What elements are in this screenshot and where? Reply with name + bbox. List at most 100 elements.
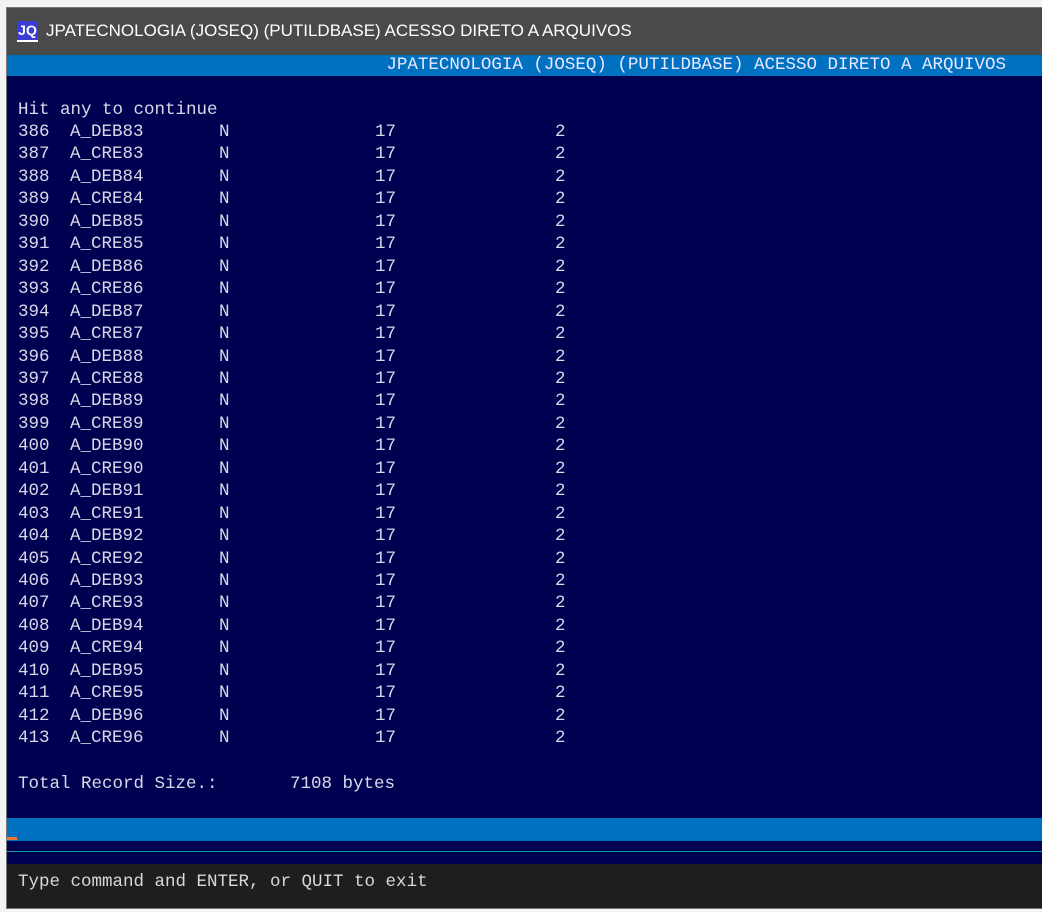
field-len: 17 [375, 211, 397, 232]
field-type: N [219, 436, 230, 457]
field-n: 413 [18, 728, 50, 749]
field-len: 17 [375, 256, 397, 277]
input-bar[interactable] [7, 818, 1042, 841]
field-name: A_CRE92 [70, 548, 144, 569]
field-len: 17 [375, 728, 397, 749]
field-n: 408 [18, 615, 50, 636]
field-dec: 2 [555, 481, 566, 502]
field-len: 17 [375, 144, 397, 165]
field-row: 389 A_CRE84 N 17 2 [18, 189, 618, 211]
field-n: 394 [18, 301, 50, 322]
field-name: A_CRE96 [70, 728, 144, 749]
field-n: 410 [18, 660, 50, 681]
field-len: 17 [375, 346, 397, 367]
field-dec: 2 [555, 301, 566, 322]
field-dec: 2 [555, 166, 566, 187]
field-row: 410 A_DEB95 N 17 2 [18, 661, 618, 683]
field-row: 388 A_DEB84 N 17 2 [18, 167, 618, 189]
field-name: A_DEB94 [70, 615, 144, 636]
field-dec: 2 [555, 503, 566, 524]
title-bar[interactable]: JQ JPATECNOLOGIA (JOSEQ) (PUTILDBASE) AC… [7, 8, 1042, 55]
field-name: A_DEB87 [70, 301, 144, 322]
field-type: N [219, 615, 230, 636]
field-len: 17 [375, 234, 397, 255]
field-row: 405 A_CRE92 N 17 2 [18, 549, 618, 571]
field-n: 389 [18, 189, 50, 210]
field-row: 404 A_DEB92 N 17 2 [18, 526, 618, 548]
field-type: N [219, 256, 230, 277]
app-logo-icon: JQ [17, 21, 38, 42]
field-n: 397 [18, 368, 50, 389]
field-name: A_DEB96 [70, 705, 144, 726]
field-row: 398 A_DEB89 N 17 2 [18, 391, 618, 413]
field-type: N [219, 211, 230, 232]
field-row: 397 A_CRE88 N 17 2 [18, 369, 618, 391]
field-name: A_CRE83 [70, 144, 144, 165]
field-dec: 2 [555, 571, 566, 591]
field-len: 17 [375, 301, 397, 322]
field-name: A_DEB92 [70, 526, 144, 547]
field-name: A_DEB88 [70, 346, 144, 367]
command-hint: Type command and ENTER, or QUIT to exit [18, 872, 428, 892]
field-len: 17 [375, 436, 397, 457]
field-dec: 2 [555, 436, 566, 457]
field-len: 17 [375, 683, 397, 704]
field-name: A_DEB83 [70, 122, 144, 142]
field-len: 17 [375, 571, 397, 591]
field-row: 399 A_CRE89 N 17 2 [18, 414, 618, 436]
field-dec: 2 [555, 413, 566, 434]
field-n: 400 [18, 436, 50, 457]
field-dec: 2 [555, 728, 566, 749]
field-n: 403 [18, 503, 50, 524]
field-row: 407 A_CRE93 N 17 2 [18, 593, 618, 615]
field-dec: 2 [555, 189, 566, 210]
field-type: N [219, 324, 230, 345]
total-record-size-label: Total Record Size.: [18, 774, 218, 794]
field-len: 17 [375, 391, 397, 412]
field-row: 392 A_DEB86 N 17 2 [18, 257, 618, 279]
field-name: A_CRE85 [70, 234, 144, 255]
field-row: 401 A_CRE90 N 17 2 [18, 459, 618, 481]
field-type: N [219, 660, 230, 681]
field-name: A_DEB95 [70, 660, 144, 681]
field-dec: 2 [555, 346, 566, 367]
field-type: N [219, 391, 230, 412]
field-dec: 2 [555, 705, 566, 726]
field-name: A_DEB89 [70, 391, 144, 412]
field-row: 387 A_CRE83 N 17 2 [18, 144, 618, 166]
field-row: 394 A_DEB87 N 17 2 [18, 302, 618, 324]
field-row: 408 A_DEB94 N 17 2 [18, 616, 618, 638]
field-n: 399 [18, 413, 50, 434]
field-dec: 2 [555, 324, 566, 345]
field-row: 393 A_CRE86 N 17 2 [18, 279, 618, 301]
field-type: N [219, 458, 230, 479]
field-n: 409 [18, 638, 50, 659]
field-row: 412 A_DEB96 N 17 2 [18, 706, 618, 728]
field-n: 407 [18, 593, 50, 614]
field-type: N [219, 571, 230, 591]
field-dec: 2 [555, 256, 566, 277]
field-row: 402 A_DEB91 N 17 2 [18, 481, 618, 503]
screen-header: JPATECNOLOGIA (JOSEQ) (PUTILDBASE) ACESS… [7, 55, 1042, 76]
field-n: 387 [18, 144, 50, 165]
field-n: 391 [18, 234, 50, 255]
field-name: A_CRE89 [70, 413, 144, 434]
field-len: 17 [375, 548, 397, 569]
field-len: 17 [375, 638, 397, 659]
field-name: A_CRE93 [70, 593, 144, 614]
field-type: N [219, 279, 230, 300]
field-n: 404 [18, 526, 50, 547]
field-len: 17 [375, 413, 397, 434]
command-line[interactable]: Type command and ENTER, or QUIT to exit [7, 864, 1042, 908]
field-type: N [219, 548, 230, 569]
field-row: 411 A_CRE95 N 17 2 [18, 683, 618, 705]
field-len: 17 [375, 593, 397, 614]
terminal-window: JQ JPATECNOLOGIA (JOSEQ) (PUTILDBASE) AC… [7, 8, 1042, 908]
field-name: A_CRE94 [70, 638, 144, 659]
field-dec: 2 [555, 683, 566, 704]
field-row: 391 A_CRE85 N 17 2 [18, 234, 618, 256]
field-type: N [219, 728, 230, 749]
field-row: 409 A_CRE94 N 17 2 [18, 638, 618, 660]
field-dec: 2 [555, 615, 566, 636]
field-row: 386 A_DEB83 N 17 2 [18, 122, 618, 144]
